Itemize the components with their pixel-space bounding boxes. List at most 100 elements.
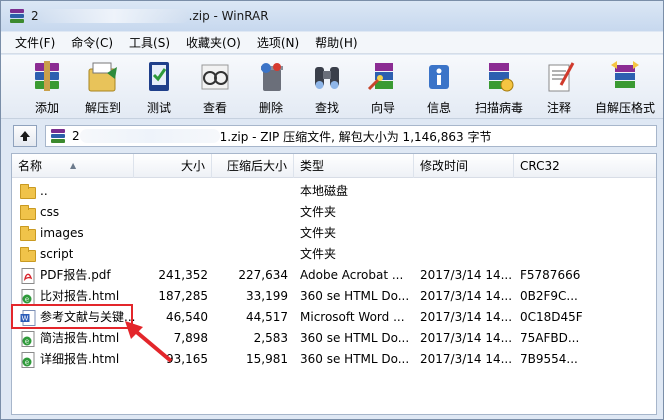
- menu-commands[interactable]: 命令(C): [65, 32, 119, 53]
- file-packed-size: [212, 244, 288, 265]
- file-crc: 0B2F9C...: [520, 289, 578, 303]
- file-packed-size: [212, 202, 288, 223]
- file-name: PDF报告.pdf: [40, 268, 111, 282]
- info-icon: [429, 65, 449, 89]
- file-packed-size: 15,981: [246, 352, 288, 366]
- view-button[interactable]: 查看: [187, 55, 243, 117]
- file-size: [140, 202, 208, 223]
- column-crc[interactable]: CRC32: [514, 154, 656, 178]
- file-type: 本地磁盘: [300, 184, 349, 198]
- file-modified: 2017/3/14 14...: [420, 352, 512, 366]
- column-type[interactable]: 类型: [294, 154, 414, 178]
- file-row[interactable]: script 文件夹: [12, 244, 656, 265]
- html-file-icon: e: [20, 351, 36, 368]
- file-size: [140, 181, 208, 202]
- file-modified: 2017/3/14 14...: [420, 268, 512, 282]
- column-modified[interactable]: 修改时间: [414, 154, 514, 178]
- wizard-button[interactable]: 向导: [355, 55, 411, 117]
- column-header: 名称 ▲ 大小 压缩后大小 类型 修改时间 CRC32: [12, 154, 656, 178]
- archive-path-prefix: 2: [72, 129, 80, 143]
- test-label: 测试: [146, 101, 171, 115]
- comment-label: 注释: [546, 101, 571, 115]
- file-row[interactable]: css 文件夹: [12, 202, 656, 223]
- winrar-window: 2 .zip - WinRAR 文件(F) 命令(C) 工具(S) 收藏夹(O)…: [0, 0, 664, 420]
- file-type: 文件夹: [300, 226, 337, 240]
- file-modified: [420, 202, 512, 223]
- find-button[interactable]: 查找: [299, 55, 355, 117]
- scan-virus-button[interactable]: 扫描病毒: [467, 55, 531, 117]
- pdf-file-icon: [20, 267, 36, 284]
- title-bar[interactable]: 2 .zip - WinRAR: [1, 1, 663, 31]
- add-button[interactable]: 添加: [19, 55, 75, 117]
- file-crc: [520, 181, 600, 202]
- file-crc: 7B9554...: [520, 352, 578, 366]
- file-type: 文件夹: [300, 205, 337, 219]
- up-folder-button[interactable]: [13, 125, 37, 147]
- menu-options[interactable]: 选项(N): [251, 32, 305, 53]
- file-type: 360 se HTML Do...: [300, 289, 410, 303]
- column-size[interactable]: 大小: [134, 154, 212, 178]
- menu-help[interactable]: 帮助(H): [309, 32, 363, 53]
- menu-file[interactable]: 文件(F): [9, 32, 61, 53]
- annotation-arrow-icon: [125, 321, 173, 363]
- svg-text:e: e: [25, 358, 29, 366]
- file-type: Adobe Acrobat ...: [300, 268, 404, 282]
- file-packed-size: 44,517: [246, 310, 288, 324]
- file-row[interactable]: .. 本地磁盘: [12, 181, 656, 202]
- find-binoculars-icon: [315, 67, 339, 89]
- extract-to-button[interactable]: 解压到: [75, 55, 131, 117]
- wizard-label: 向导: [370, 101, 395, 115]
- file-row[interactable]: e 详细报告.html 93,165 15,981 360 se HTML Do... 2…: [12, 349, 656, 370]
- file-list[interactable]: 名称 ▲ 大小 压缩后大小 类型 修改时间 CRC32 .. 本地磁盘 css 文件夹…: [11, 153, 657, 415]
- archive-path-field[interactable]: 2 1.zip - ZIP 压缩文件, 解包大小为 1,146,863 字节: [45, 125, 657, 147]
- comment-button[interactable]: 注释: [531, 55, 587, 117]
- info-button[interactable]: 信息: [411, 55, 467, 117]
- svg-text:e: e: [25, 295, 29, 303]
- menu-bar: 文件(F) 命令(C) 工具(S) 收藏夹(O) 选项(N) 帮助(H): [1, 32, 663, 54]
- file-modified: [420, 181, 512, 202]
- view-icon: [201, 64, 229, 90]
- view-label: 查看: [202, 101, 227, 115]
- sort-arrow-icon: ▲: [70, 161, 77, 170]
- file-name-cell: css: [20, 202, 140, 223]
- highlight-box: [11, 304, 133, 329]
- menu-favorites[interactable]: 收藏夹(O): [180, 32, 247, 53]
- html-file-icon: e: [20, 288, 36, 305]
- menu-tools[interactable]: 工具(S): [123, 32, 176, 53]
- file-row[interactable]: e 简洁报告.html 7,898 2,583 360 se HTML Do... 201…: [12, 328, 656, 349]
- file-size: 241,352: [158, 268, 208, 282]
- file-name: images: [40, 226, 84, 240]
- add-archive-icon: [35, 61, 59, 91]
- wizard-icon: [367, 63, 393, 91]
- archive-path-suffix: 1.zip - ZIP 压缩文件, 解包大小为 1,146,863 字节: [219, 129, 492, 144]
- file-type: 360 se HTML Do...: [300, 331, 410, 345]
- file-crc: [520, 202, 600, 223]
- file-modified: [420, 244, 512, 265]
- add-label: 添加: [34, 101, 59, 115]
- find-label: 查找: [314, 101, 339, 115]
- file-row[interactable]: images 文件夹: [12, 223, 656, 244]
- test-button[interactable]: 测试: [131, 55, 187, 117]
- window-title-prefix: 2: [31, 9, 39, 23]
- sfx-button[interactable]: 自解压格式: [587, 55, 663, 117]
- html-file-icon: e: [20, 330, 36, 347]
- redacted-filename: [38, 9, 189, 23]
- extract-to-label: 解压到: [84, 101, 121, 115]
- scan-virus-label: 扫描病毒: [474, 101, 523, 115]
- svg-text:e: e: [25, 337, 29, 345]
- file-name: ..: [40, 184, 48, 198]
- file-row[interactable]: PDF报告.pdf 241,352 227,634 Adobe Acrobat ...…: [12, 265, 656, 286]
- folder-icon: [20, 246, 36, 263]
- address-bar: 2 1.zip - ZIP 压缩文件, 解包大小为 1,146,863 字节: [1, 121, 663, 151]
- comment-icon: [548, 62, 575, 92]
- toolbar: 添加 解压到 测试 查看 删除 查找 向导 信息 扫描病毒 注释 自解压格式: [1, 55, 663, 119]
- file-packed-size: 2,583: [253, 331, 288, 345]
- folder-icon: [20, 183, 36, 200]
- column-name[interactable]: 名称 ▲: [12, 154, 134, 178]
- column-packed[interactable]: 压缩后大小: [212, 154, 294, 178]
- delete-button[interactable]: 删除: [243, 55, 299, 117]
- file-name-cell: PDF报告.pdf: [20, 265, 140, 286]
- delete-label: 删除: [258, 101, 283, 115]
- winrar-app-icon: [9, 8, 25, 24]
- info-label: 信息: [426, 101, 451, 115]
